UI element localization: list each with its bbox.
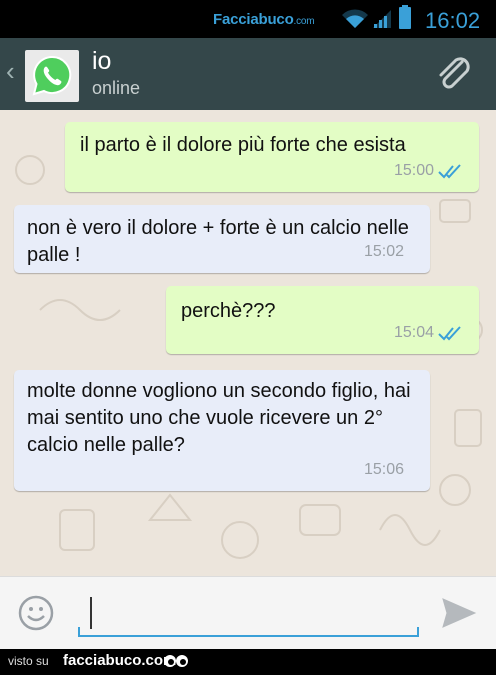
paperclip-icon[interactable] bbox=[432, 52, 476, 96]
message-meta: 15:02 bbox=[364, 238, 404, 265]
whatsapp-logo-icon bbox=[32, 55, 72, 96]
message-input[interactable] bbox=[78, 593, 419, 637]
message-time: 15:06 bbox=[363, 461, 404, 478]
message-text: il parto è il dolore più forte che esist… bbox=[80, 134, 406, 156]
message-meta: 15:00 bbox=[394, 157, 465, 184]
chat-header: ‹ io online bbox=[0, 38, 496, 110]
message-bubble-incoming[interactable]: molte donne vogliono un secondo figlio, … bbox=[14, 370, 430, 491]
status-time: 16:02 bbox=[425, 8, 481, 33]
double-check-read-icon bbox=[438, 325, 461, 340]
status-bar: Facciabuco.com 16:02 bbox=[0, 0, 496, 38]
message-text: non è vero il dolore + forte è un calcio… bbox=[27, 217, 409, 266]
message-time: 15:04 bbox=[393, 324, 434, 341]
message-meta: 15:04 bbox=[394, 319, 465, 346]
smiley-icon[interactable] bbox=[18, 595, 54, 631]
watermark-footer: visto su facciabuco.com bbox=[0, 649, 496, 675]
message-text: molte donne vogliono un secondo figlio, … bbox=[27, 380, 411, 456]
message-bubble-outgoing[interactable]: perchè??? 15:04 bbox=[166, 286, 479, 354]
message-bubble-outgoing[interactable]: il parto è il dolore più forte che esist… bbox=[65, 122, 479, 192]
watermark-facciabuco: Facciabuco.com bbox=[213, 11, 315, 28]
message-time: 15:02 bbox=[363, 243, 404, 260]
send-icon[interactable] bbox=[441, 597, 477, 629]
message-time: 15:00 bbox=[393, 162, 434, 179]
message-composer bbox=[0, 576, 496, 649]
eyes-icon bbox=[164, 655, 188, 667]
signal-icon bbox=[373, 10, 391, 28]
contact-status: online bbox=[92, 78, 141, 98]
avatar[interactable] bbox=[25, 50, 79, 102]
footer-brand: facciabuco.com bbox=[63, 652, 177, 669]
double-check-read-icon bbox=[438, 163, 461, 178]
text-cursor bbox=[90, 597, 92, 629]
chevron-left-icon[interactable]: ‹ bbox=[6, 58, 15, 84]
message-bubble-incoming[interactable]: non è vero il dolore + forte è un calcio… bbox=[14, 205, 430, 273]
message-meta: 15:06 bbox=[364, 456, 404, 483]
conversation-area[interactable]: il parto è il dolore più forte che esist… bbox=[0, 110, 496, 576]
footer-prefix: visto su bbox=[8, 654, 49, 668]
battery-icon bbox=[399, 5, 411, 29]
wifi-icon bbox=[342, 9, 368, 28]
contact-name[interactable]: io bbox=[92, 47, 111, 76]
